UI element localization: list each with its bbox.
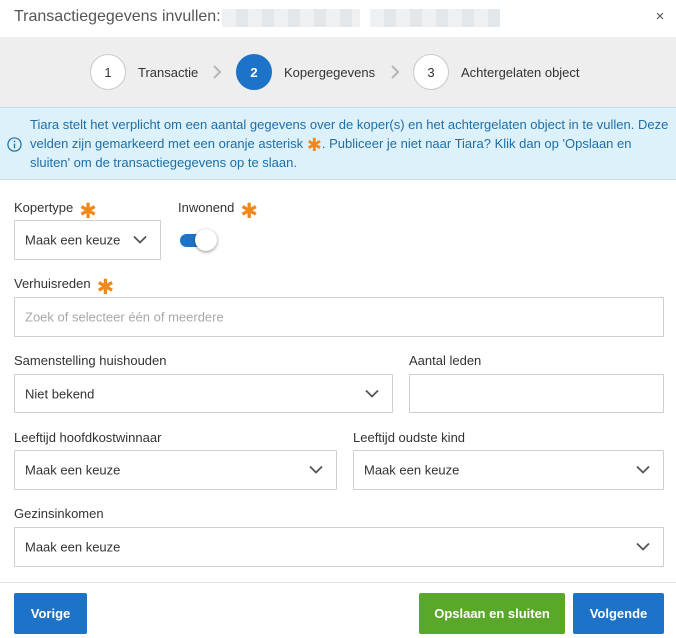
inwonend-toggle[interactable]: [178, 229, 218, 251]
info-text: Tiara stelt het verplicht om een aantal …: [30, 115, 670, 172]
step-number: 2: [236, 54, 272, 90]
aantal-leden-label: Aantal leden: [409, 353, 482, 368]
step-transactie[interactable]: 1 Transactie: [90, 54, 198, 90]
chevron-down-icon: [636, 542, 650, 551]
toggle-knob: [195, 229, 217, 251]
save-and-close-button[interactable]: Opslaan en sluiten: [419, 593, 565, 634]
verhuisreden-placeholder: Zoek of selecteer één of meerdere: [25, 309, 224, 325]
chevron-down-icon: [133, 235, 147, 244]
step-number: 3: [413, 54, 449, 90]
samenstelling-value: Niet bekend: [25, 386, 95, 401]
wizard-stepper: 1 Transactie 2 Kopergegevens 3 Achtergel…: [0, 37, 676, 107]
verhuisreden-multiselect[interactable]: Zoek of selecteer één of meerdere: [14, 297, 664, 337]
gezinsinkomen-label: Gezinsinkomen: [14, 506, 104, 521]
redacted-address-2: [370, 9, 500, 27]
chevron-right-icon: [391, 65, 400, 79]
leeftijd-kind-value: Maak een keuze: [364, 462, 460, 478]
leeftijd-hoofd-label: Leeftijd hoofdkostwinnaar: [14, 430, 162, 445]
redacted-address: [222, 9, 360, 27]
leeftijd-hoofd-value: Maak een keuze: [25, 462, 121, 478]
chevron-right-icon: [213, 65, 222, 79]
info-banner: Tiara stelt het verplicht om een aantal …: [0, 107, 676, 180]
dialog-footer: Vorige Opslaan en sluiten Volgende: [0, 582, 676, 638]
gezinsinkomen-select[interactable]: Maak een keuze: [14, 527, 664, 567]
step-achtergelaten-object[interactable]: 3 Achtergelaten object: [413, 54, 580, 90]
back-button[interactable]: Vorige: [14, 593, 87, 634]
leeftijd-kind-label: Leeftijd oudste kind: [353, 430, 466, 445]
required-asterisk-icon: ✱: [79, 200, 97, 223]
verhuisreden-label: Verhuisreden ✱: [14, 276, 115, 299]
kopertype-label-text: Kopertype: [14, 200, 74, 215]
required-asterisk-icon: ✱: [240, 200, 258, 223]
leeftijd-kind-select[interactable]: Maak een keuze: [353, 450, 664, 490]
aantal-leden-input[interactable]: [409, 374, 664, 413]
kopertype-value: Maak een keuze: [25, 232, 121, 248]
required-asterisk-icon: ✱: [96, 276, 115, 299]
gezinsinkomen-value: Maak een keuze: [25, 539, 121, 555]
info-icon: [7, 137, 22, 152]
inwonend-label: Inwonend ✱: [178, 200, 258, 223]
dialog-header: Transactiegegevens invullen: ×: [0, 0, 676, 37]
step-label: Transactie: [138, 64, 199, 80]
next-button[interactable]: Volgende: [573, 593, 664, 634]
dialog-title: Transactiegegevens invullen:: [14, 8, 221, 25]
step-label: Kopergegevens: [284, 64, 376, 80]
kopertype-label: Kopertype ✱: [14, 200, 97, 223]
leeftijd-hoofd-select[interactable]: Maak een keuze: [14, 450, 337, 490]
chevron-down-icon: [636, 465, 650, 474]
step-number: 1: [90, 54, 126, 90]
step-label: Achtergelaten object: [461, 64, 580, 80]
inwonend-label-text: Inwonend: [178, 200, 235, 215]
samenstelling-select[interactable]: Niet bekend: [14, 374, 393, 413]
asterisk-icon: ✱: [306, 135, 322, 155]
chevron-down-icon: [365, 389, 379, 398]
step-kopergegevens[interactable]: 2 Kopergegevens: [236, 54, 375, 90]
verhuisreden-label-text: Verhuisreden: [14, 276, 91, 291]
close-icon[interactable]: ×: [652, 8, 668, 25]
chevron-down-icon: [309, 465, 323, 474]
kopertype-select[interactable]: Maak een keuze: [14, 220, 161, 260]
samenstelling-label: Samenstelling huishouden: [14, 353, 167, 368]
